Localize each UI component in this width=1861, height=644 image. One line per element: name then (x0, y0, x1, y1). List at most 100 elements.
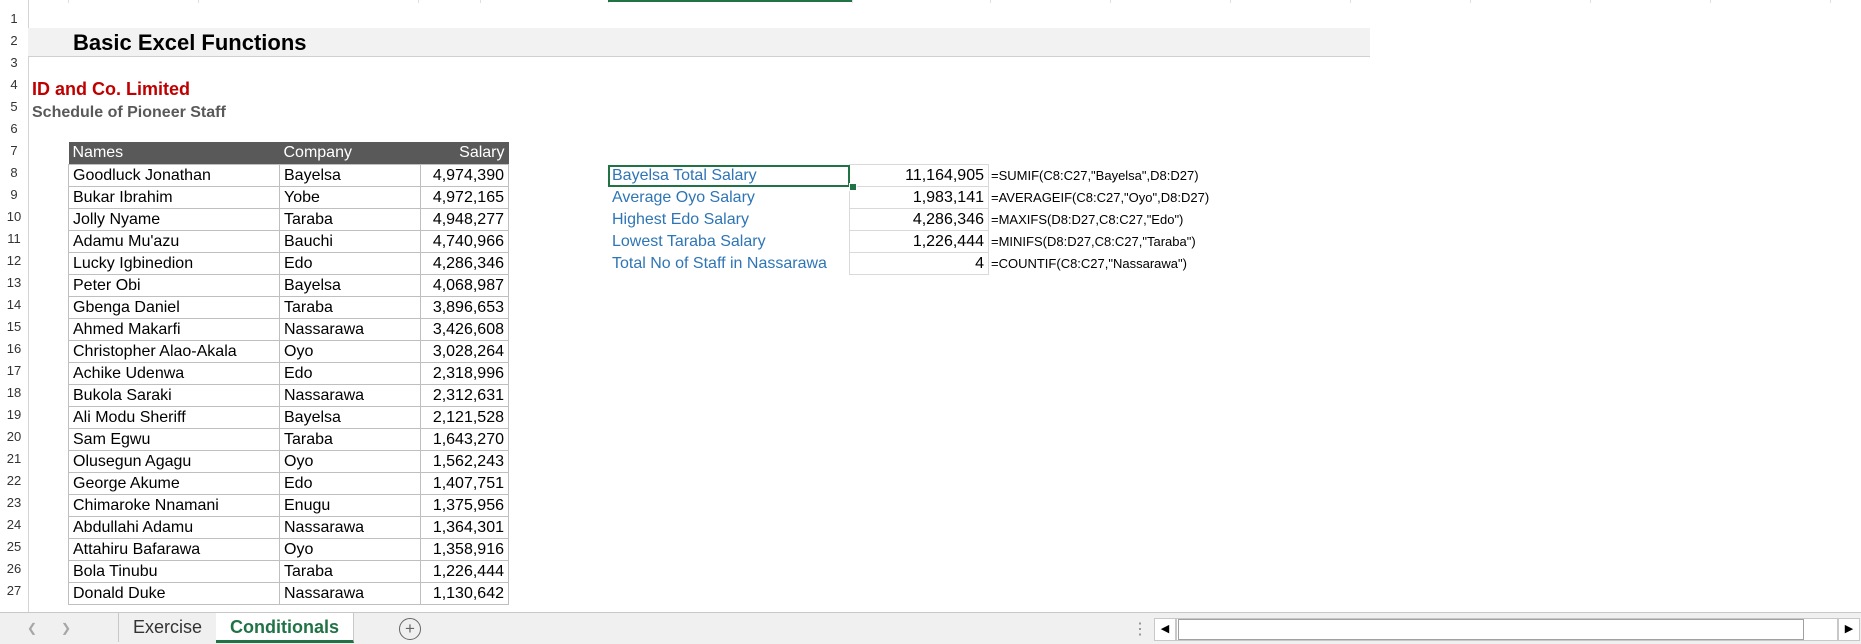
chevron-right-icon[interactable]: ❯ (56, 618, 76, 638)
staff-company-cell[interactable]: Bayelsa (279, 164, 421, 187)
summary-formula-cell[interactable]: =MAXIFS(D8:D27,C8:C27,"Edo") (989, 209, 1214, 231)
row-header[interactable]: 15 (0, 316, 28, 338)
staff-salary-cell[interactable]: 4,972,165 (420, 186, 509, 209)
row-header[interactable]: 2 (0, 30, 28, 52)
staff-company-cell[interactable]: Taraba (279, 428, 421, 451)
staff-salary-cell[interactable]: 1,364,301 (420, 516, 509, 539)
row-header[interactable]: 20 (0, 426, 28, 448)
staff-name-cell[interactable]: Achike Udenwa (68, 362, 280, 385)
staff-salary-cell[interactable]: 2,121,528 (420, 406, 509, 429)
staff-name-cell[interactable]: Attahiru Bafarawa (68, 538, 280, 561)
staff-name-cell[interactable]: Donald Duke (68, 582, 280, 605)
chevron-left-icon[interactable]: ❮ (22, 618, 42, 638)
staff-salary-cell[interactable]: 1,643,270 (420, 428, 509, 451)
summary-formula-cell[interactable]: =AVERAGEIF(C8:C27,"Oyo",D8:D27) (989, 187, 1214, 209)
staff-name-cell[interactable]: Christopher Alao-Akala (68, 340, 280, 363)
staff-company-cell[interactable]: Edo (279, 472, 421, 495)
staff-company-cell[interactable]: Bayelsa (279, 406, 421, 429)
fill-handle[interactable] (849, 183, 857, 191)
staff-salary-cell[interactable]: 1,407,751 (420, 472, 509, 495)
staff-salary-cell[interactable]: 4,068,987 (420, 274, 509, 297)
staff-company-cell[interactable]: Nassarawa (279, 516, 421, 539)
staff-company-cell[interactable]: Edo (279, 362, 421, 385)
staff-salary-cell[interactable]: 4,740,966 (420, 230, 509, 253)
staff-name-cell[interactable]: Abdullahi Adamu (68, 516, 280, 539)
staff-company-cell[interactable]: Taraba (279, 208, 421, 231)
staff-company-cell[interactable]: Oyo (279, 538, 421, 561)
triangle-right-icon[interactable]: ▶ (1838, 618, 1860, 641)
row-header[interactable]: 22 (0, 470, 28, 492)
summary-value-cell[interactable]: 1,983,141 (849, 186, 989, 209)
summary-label-cell[interactable]: Highest Edo Salary (608, 209, 850, 231)
staff-name-cell[interactable]: Gbenga Daniel (68, 296, 280, 319)
row-header[interactable]: 17 (0, 360, 28, 382)
worksheet-grid[interactable]: 1 2 3 4 5 6 7 8 9 10 11 12 13 14 15 16 17 18 19 20 21 22 23 24 2… (0, 0, 1861, 612)
row-header[interactable]: 10 (0, 206, 28, 228)
summary-value-cell[interactable]: 4 (849, 252, 989, 275)
staff-salary-cell[interactable]: 1,358,916 (420, 538, 509, 561)
staff-salary-cell[interactable]: 1,562,243 (420, 450, 509, 473)
row-header[interactable]: 1 (0, 8, 28, 30)
summary-label-cell[interactable]: Bayelsa Total Salary (608, 164, 850, 187)
staff-company-cell[interactable]: Nassarawa (279, 384, 421, 407)
staff-salary-cell[interactable]: 2,318,996 (420, 362, 509, 385)
staff-company-cell[interactable]: Oyo (279, 340, 421, 363)
row-header[interactable]: 4 (0, 74, 28, 96)
staff-company-cell[interactable]: Yobe (279, 186, 421, 209)
staff-name-cell[interactable]: Adamu Mu'azu (68, 230, 280, 253)
staff-name-cell[interactable]: Olusegun Agagu (68, 450, 280, 473)
row-header[interactable]: 11 (0, 228, 28, 250)
row-header[interactable]: 14 (0, 294, 28, 316)
staff-name-cell[interactable]: Ahmed Makarfi (68, 318, 280, 341)
summary-formula-cell[interactable]: =COUNTIF(C8:C27,"Nassarawa") (989, 253, 1214, 275)
summary-value-cell[interactable]: 11,164,905 (849, 164, 989, 187)
row-header[interactable]: 24 (0, 514, 28, 536)
summary-label-cell[interactable]: Total No of Staff in Nassarawa (608, 253, 850, 275)
staff-name-cell[interactable]: Bukola Saraki (68, 384, 280, 407)
header-company[interactable]: Company (279, 142, 421, 165)
row-header[interactable]: 6 (0, 118, 28, 140)
tab-exercise[interactable]: Exercise (119, 613, 218, 642)
row-header[interactable]: 18 (0, 382, 28, 404)
staff-name-cell[interactable]: Sam Egwu (68, 428, 280, 451)
row-header[interactable]: 21 (0, 448, 28, 470)
staff-salary-cell[interactable]: 1,226,444 (420, 560, 509, 583)
staff-name-cell[interactable]: Jolly Nyame (68, 208, 280, 231)
staff-name-cell[interactable]: George Akume (68, 472, 280, 495)
row-header[interactable]: 13 (0, 272, 28, 294)
staff-name-cell[interactable]: Ali Modu Sheriff (68, 406, 280, 429)
staff-name-cell[interactable]: Bukar Ibrahim (68, 186, 280, 209)
row-header[interactable]: 5 (0, 96, 28, 118)
staff-salary-cell[interactable]: 2,312,631 (420, 384, 509, 407)
summary-formula-cell[interactable]: =MINIFS(D8:D27,C8:C27,"Taraba") (989, 231, 1214, 253)
plus-circle-icon[interactable]: + (399, 618, 421, 640)
staff-company-cell[interactable]: Bauchi (279, 230, 421, 253)
row-header[interactable]: 16 (0, 338, 28, 360)
staff-salary-cell[interactable]: 4,948,277 (420, 208, 509, 231)
staff-company-cell[interactable]: Edo (279, 252, 421, 275)
staff-name-cell[interactable]: Peter Obi (68, 274, 280, 297)
row-header[interactable]: 27 (0, 580, 28, 602)
tab-split-handle[interactable]: ⋮ (1132, 619, 1148, 639)
schedule-subtitle[interactable]: Schedule of Pioneer Staff (32, 102, 226, 124)
row-header[interactable]: 7 (0, 140, 28, 162)
staff-company-cell[interactable]: Nassarawa (279, 582, 421, 605)
row-header[interactable]: 25 (0, 536, 28, 558)
staff-salary-cell[interactable]: 1,130,642 (420, 582, 509, 605)
row-header[interactable]: 8 (0, 162, 28, 184)
summary-label-cell[interactable]: Lowest Taraba Salary (608, 231, 850, 253)
staff-company-cell[interactable]: Oyo (279, 450, 421, 473)
staff-salary-cell[interactable]: 3,896,653 (420, 296, 509, 319)
staff-company-cell[interactable]: Taraba (279, 560, 421, 583)
staff-salary-cell[interactable]: 3,426,608 (420, 318, 509, 341)
tab-conditionals[interactable]: Conditionals (216, 613, 354, 643)
staff-company-cell[interactable]: Bayelsa (279, 274, 421, 297)
summary-formula-cell[interactable]: =SUMIF(C8:C27,"Bayelsa",D8:D27) (989, 165, 1214, 187)
row-header[interactable]: 23 (0, 492, 28, 514)
header-names[interactable]: Names (68, 142, 280, 165)
company-name[interactable]: ID and Co. Limited (32, 78, 190, 100)
row-header[interactable]: 9 (0, 184, 28, 206)
staff-name-cell[interactable]: Goodluck Jonathan (68, 164, 280, 187)
staff-salary-cell[interactable]: 1,375,956 (420, 494, 509, 517)
staff-salary-cell[interactable]: 4,286,346 (420, 252, 509, 275)
